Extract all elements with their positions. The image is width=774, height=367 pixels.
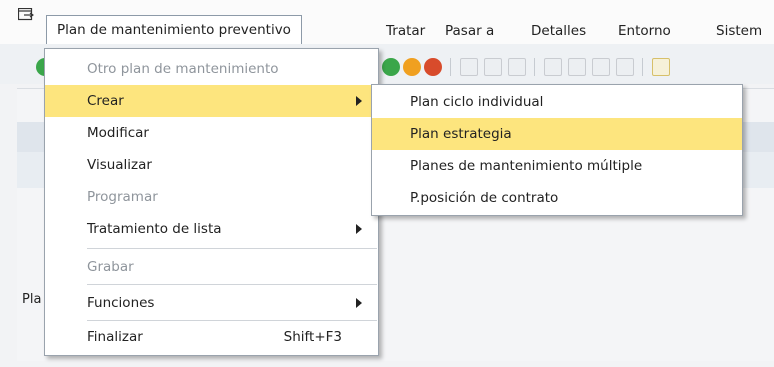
menu-separator: [87, 248, 377, 249]
menu-bar: Plan de mantenimiento preventivo Tratar …: [0, 0, 774, 45]
menu-item-label: Detalles: [531, 23, 587, 39]
menu-item-tratamiento-lista[interactable]: Tratamiento de lista: [45, 213, 378, 245]
submenu-item-plan-ciclo[interactable]: Plan ciclo individual: [372, 86, 742, 118]
menu-item-otro-plan[interactable]: Otro plan de mantenimiento: [45, 53, 378, 85]
menu-item-label: Finalizar: [87, 329, 143, 345]
menu-item-label: P.posición de contrato: [410, 190, 559, 206]
menu-item-label: Pasar a: [445, 23, 495, 39]
toolbar-separator: [534, 58, 535, 76]
plan-dropdown-menu: Otro plan de mantenimiento Crear Modific…: [44, 48, 379, 356]
menu-plan-mantenimiento[interactable]: Plan de mantenimiento preventivo: [46, 15, 302, 45]
first-page-icon[interactable]: [544, 58, 562, 76]
menu-item-label: Tratamiento de lista: [87, 221, 222, 237]
menu-item-modificar[interactable]: Modificar: [45, 117, 378, 149]
cancel-icon[interactable]: [424, 58, 442, 76]
menu-item-label: Crear: [87, 93, 124, 109]
menu-item-label: Plan estrategia: [410, 126, 512, 142]
menu-item-label: Plan ciclo individual: [410, 94, 544, 110]
submenu-item-plan-estrategia[interactable]: Plan estrategia: [372, 118, 742, 150]
menu-item-label: Funciones: [87, 295, 155, 311]
menu-detalles[interactable]: Detalles: [523, 17, 594, 45]
toolbar-separator: [450, 58, 451, 76]
crear-submenu: Plan ciclo individual Plan estrategia Pl…: [371, 84, 743, 216]
submenu-arrow-icon: [356, 224, 362, 234]
menu-entorno[interactable]: Entorno: [610, 17, 679, 45]
find-icon[interactable]: [484, 58, 502, 76]
menu-sistema[interactable]: Sistem: [708, 17, 770, 45]
menu-item-label: Entorno: [618, 23, 671, 39]
submenu-item-posicion-contrato[interactable]: P.posición de contrato: [372, 182, 742, 214]
shortcut-label: Shift+F3: [283, 329, 342, 345]
menu-item-label: Visualizar: [87, 157, 152, 173]
menu-item-label: Planes de mantenimiento múltiple: [410, 158, 643, 174]
submenu-arrow-icon: [356, 96, 362, 106]
print-icon[interactable]: [460, 58, 478, 76]
menu-item-label: Programar: [87, 189, 158, 205]
menu-item-visualizar[interactable]: Visualizar: [45, 149, 378, 181]
menu-item-label: Plan de mantenimiento preventivo: [57, 22, 291, 38]
exit-icon[interactable]: [403, 58, 421, 76]
find-next-icon[interactable]: [508, 58, 526, 76]
prev-page-icon[interactable]: [568, 58, 586, 76]
menu-item-label: Sistem: [716, 23, 763, 39]
menu-item-label: Grabar: [87, 259, 134, 275]
menu-item-label: Otro plan de mantenimiento: [87, 61, 279, 77]
menu-item-label: Modificar: [87, 125, 149, 141]
last-page-icon[interactable]: [616, 58, 634, 76]
next-page-icon[interactable]: [592, 58, 610, 76]
menu-item-label: Tratar: [386, 23, 426, 39]
menu-item-finalizar[interactable]: Finalizar Shift+F3: [45, 321, 378, 353]
menu-item-programar[interactable]: Programar: [45, 181, 378, 213]
menu-item-funciones[interactable]: Funciones: [45, 287, 378, 319]
menu-window-icon[interactable]: [18, 8, 34, 22]
submenu-item-planes-multiple[interactable]: Planes de mantenimiento múltiple: [372, 150, 742, 182]
new-session-icon[interactable]: [652, 58, 670, 76]
menu-item-grabar[interactable]: Grabar: [45, 251, 378, 283]
menu-separator: [87, 284, 377, 285]
menu-item-crear[interactable]: Crear: [45, 85, 378, 117]
back-icon[interactable]: [382, 58, 400, 76]
menu-pasar-a[interactable]: Pasar a: [437, 17, 502, 45]
toolbar-separator: [642, 58, 643, 76]
submenu-arrow-icon: [356, 298, 362, 308]
menu-tratar[interactable]: Tratar: [378, 17, 433, 45]
field-label: Pla: [22, 292, 42, 307]
